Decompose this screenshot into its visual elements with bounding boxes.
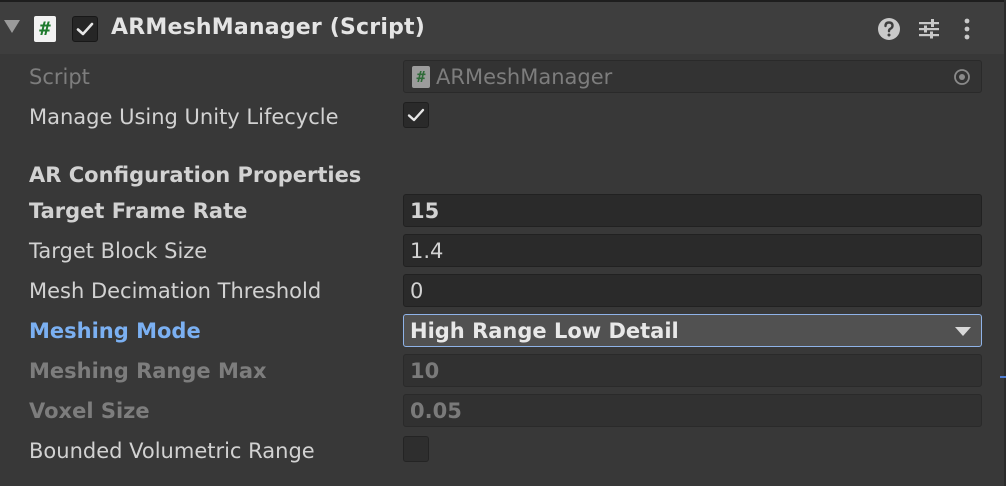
target-block-size-label: Target Block Size [29,239,208,263]
component-enabled-checkbox[interactable] [72,16,98,42]
target-frame-rate-value: 15 [410,199,440,223]
target-block-size-value: 1.4 [410,239,444,263]
script-row: Script # ARMeshManager [0,59,1004,95]
script-file-icon: # [412,66,430,88]
component-title: ARMeshManager (Script) [111,15,426,40]
meshing-range-max-field: 10 [403,354,982,387]
object-picker-icon[interactable] [953,68,971,86]
meshing-mode-dropdown[interactable]: High Range Low Detail [403,314,982,347]
meshing-range-max-value: 10 [410,359,440,383]
meshing-range-max-label: Meshing Range Max [29,359,267,383]
script-value: ARMeshManager [436,65,613,89]
meshing-range-max-row: Meshing Range Max 10 [0,353,1004,389]
script-label: Script [29,65,90,89]
voxel-size-label: Voxel Size [29,399,150,423]
mesh-decimation-threshold-row: Mesh Decimation Threshold 0 [0,273,1004,309]
mesh-decimation-threshold-label: Mesh Decimation Threshold [29,279,322,303]
component-header[interactable]: # ARMeshManager (Script) [0,2,1004,54]
meshing-mode-row: Meshing Mode High Range Low Detail [0,313,1004,349]
target-frame-rate-label: Target Frame Rate [29,199,248,223]
manage-lifecycle-checkbox[interactable] [403,102,429,128]
target-block-size-field[interactable]: 1.4 [403,234,982,267]
help-icon[interactable] [876,16,902,42]
manage-lifecycle-label: Manage Using Unity Lifecycle [29,105,339,129]
voxel-size-row: Voxel Size 0.05 [0,393,1004,429]
presets-icon[interactable] [916,16,942,42]
checkmark-icon [407,108,425,122]
mesh-decimation-threshold-field[interactable]: 0 [403,274,982,307]
script-icon: # [34,16,56,42]
bounded-volumetric-range-checkbox[interactable] [403,436,429,462]
foldout-arrow-icon[interactable] [4,20,20,33]
chevron-down-icon [955,327,971,336]
bounded-volumetric-range-row: Bounded Volumetric Range [0,433,1004,469]
target-frame-rate-row: Target Frame Rate 15 [0,193,1004,229]
target-frame-rate-field[interactable]: 15 [403,194,982,227]
script-object-field[interactable]: # ARMeshManager [403,60,982,93]
mesh-decimation-threshold-value: 0 [410,279,424,303]
bounded-volumetric-range-label: Bounded Volumetric Range [29,439,315,463]
checkmark-icon [76,22,94,36]
kebab-menu-icon[interactable] [954,16,980,42]
target-block-size-row: Target Block Size 1.4 [0,233,1004,269]
meshing-mode-value: High Range Low Detail [410,319,679,343]
voxel-size-field: 0.05 [403,394,982,427]
meshing-mode-label: Meshing Mode [29,319,201,343]
section-header: AR Configuration Properties [29,163,362,187]
manage-lifecycle-row: Manage Using Unity Lifecycle [0,99,1004,135]
voxel-size-value: 0.05 [410,399,462,423]
inspector-panel: # ARMeshManager (Script) Script # ARMesh… [0,0,1006,486]
